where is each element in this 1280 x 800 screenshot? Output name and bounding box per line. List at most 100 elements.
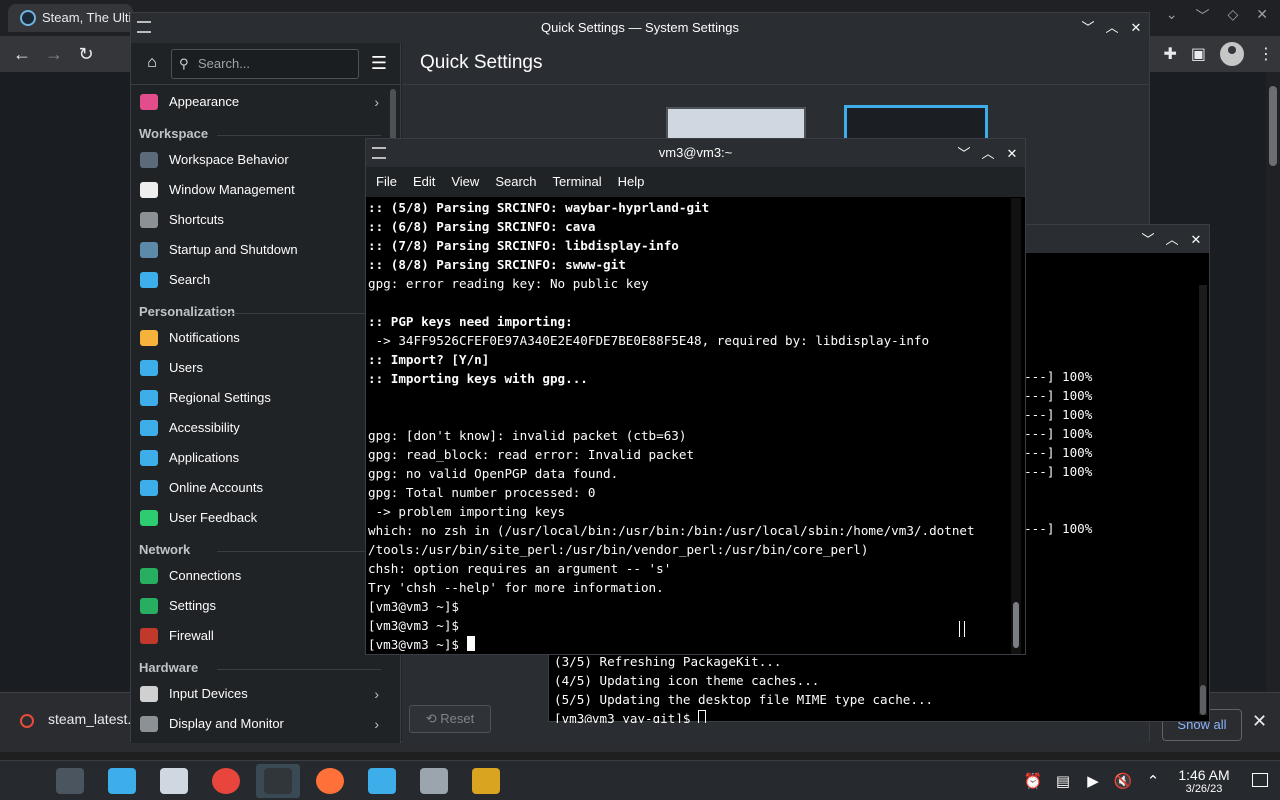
terminal-output[interactable]: :: (5/8) Parsing SRCINFO: waybar-hyprlan…: [368, 198, 1008, 654]
terminal-line: gpg: [don't know]: invalid packet (ctb=6…: [368, 426, 1008, 445]
terminal-line: :: (7/8) Parsing SRCINFO: libdisplay-inf…: [368, 236, 1008, 255]
firefox-task[interactable]: [308, 764, 352, 798]
mouse-icon: [140, 686, 158, 702]
back-icon[interactable]: ←: [6, 36, 38, 72]
menu-file[interactable]: File: [368, 167, 405, 197]
browser-scrollbar[interactable]: [1266, 72, 1280, 692]
sidebar-item-shortcuts[interactable]: Shortcuts: [131, 205, 389, 235]
sidebar-item-startup-and-shutdown[interactable]: Startup and Shutdown›: [131, 235, 389, 265]
restore-icon[interactable]: ◇: [1227, 6, 1238, 26]
sidebar-item-applications[interactable]: Applications›: [131, 443, 389, 473]
minimize-icon[interactable]: ﹀: [1141, 226, 1155, 254]
close-icon[interactable]: ✕: [1129, 13, 1143, 43]
sidebar-item-workspace-behavior[interactable]: Workspace Behavior›: [131, 145, 389, 175]
close-icon[interactable]: ✕: [1189, 226, 1203, 254]
sidebar-item-label: Applications: [169, 450, 240, 465]
discover-task[interactable]: [100, 764, 144, 798]
browser-tab[interactable]: Steam, The Ultimate Online Game Platform: [8, 4, 133, 32]
application-launcher-icon: [8, 768, 36, 794]
chrome-task[interactable]: [204, 764, 248, 798]
krita-task[interactable]: [152, 764, 196, 798]
minimize-icon[interactable]: ﹀: [1195, 6, 1209, 26]
terminal-line: :: Import? [Y/n]: [368, 350, 1008, 369]
reload-icon[interactable]: ↻: [70, 36, 102, 72]
discover-icon: [108, 768, 136, 794]
show-desktop-button[interactable]: [1240, 772, 1280, 790]
terminal-line: :: PGP keys need importing:: [368, 312, 1008, 331]
sidebar-item-notifications[interactable]: Notifications: [131, 323, 389, 353]
volume-muted-icon[interactable]: 🔇: [1108, 772, 1138, 790]
home-icon[interactable]: ⌂: [141, 51, 163, 75]
background-terminal-scrollbar[interactable]: [1199, 285, 1207, 715]
profile-avatar[interactable]: [1220, 42, 1244, 66]
dolphin-task[interactable]: [360, 764, 404, 798]
menu-terminal[interactable]: Terminal: [545, 167, 610, 197]
sidebar-item-users[interactable]: Users: [131, 353, 389, 383]
system-settings-icon: [56, 768, 84, 794]
sidebar-item-connections[interactable]: Connections: [131, 561, 389, 591]
sidebar-item-search[interactable]: Search›: [131, 265, 389, 295]
hamburger-menu-icon[interactable]: ☰: [369, 52, 389, 74]
media-player-icon[interactable]: ▶: [1078, 772, 1108, 790]
minimize-icon[interactable]: ﹀: [957, 140, 971, 168]
clock[interactable]: 1:46 AM 3/26/23: [1168, 767, 1240, 796]
menu-help[interactable]: Help: [610, 167, 653, 197]
terminal-line-text: Try 'chsh --help' for more information.: [368, 580, 664, 595]
terminal-line: chsh: option requires an argument -- 's': [368, 559, 1008, 578]
minimize-icon[interactable]: ﹀: [1081, 13, 1095, 43]
sidebar-item-window-management[interactable]: Window Management›: [131, 175, 389, 205]
maximize-icon[interactable]: ︿: [1165, 226, 1179, 254]
terminal-line-text: :: Importing keys with gpg...: [368, 371, 588, 386]
sidebar-item-label: Appearance: [169, 94, 240, 109]
search-icon: ⚲: [179, 56, 189, 71]
sidebar-item-regional-settings[interactable]: Regional Settings›: [131, 383, 389, 413]
search-placeholder: Search...: [198, 56, 251, 71]
alarm-icon[interactable]: ⏰: [1018, 772, 1048, 790]
scanner-task[interactable]: [412, 764, 456, 798]
forward-icon[interactable]: →: [38, 36, 70, 72]
terminal-titlebar[interactable]: vm3@vm3:~ ﹀ ︿ ✕: [366, 139, 1025, 167]
menu-search[interactable]: Search: [487, 167, 544, 197]
close-download-bar-icon[interactable]: ✕: [1252, 711, 1267, 732]
sidebar-item-input-devices[interactable]: Input Devices ›: [131, 679, 389, 709]
system-settings-task[interactable]: [48, 764, 92, 798]
appearance-icon: [140, 94, 158, 110]
sidebar-heading: Network: [131, 533, 389, 561]
settings-titlebar[interactable]: Quick Settings — System Settings ﹀ ︿ ✕: [131, 13, 1149, 43]
menu-view[interactable]: View: [443, 167, 487, 197]
application-launcher[interactable]: [0, 764, 44, 798]
sidebar-item-user-feedback[interactable]: User Feedback: [131, 503, 389, 533]
sidebar-item-appearance[interactable]: Appearance ›: [131, 87, 389, 117]
window-menu-icon[interactable]: [372, 147, 386, 159]
startup-icon: [140, 242, 158, 258]
sidebar-item-label: Startup and Shutdown: [169, 242, 298, 257]
extensions-icon[interactable]: ✚: [1163, 44, 1176, 64]
maximize-icon[interactable]: ︿: [981, 140, 995, 168]
terminal-line: -> problem importing keys: [368, 502, 1008, 521]
sidebar-item-firewall[interactable]: Firewall: [131, 621, 389, 651]
expand-tray-icon[interactable]: ⌃: [1138, 772, 1168, 790]
sidebar-item-accessibility[interactable]: Accessibility: [131, 413, 389, 443]
search-input[interactable]: ⚲ Search...: [171, 49, 359, 79]
sidebar-item-online-accounts[interactable]: Online Accounts: [131, 473, 389, 503]
side-panel-icon[interactable]: ▣: [1191, 44, 1206, 64]
konsole-task[interactable]: [256, 764, 300, 798]
krita-icon: [160, 768, 188, 794]
terminal-scrollbar[interactable]: [1011, 198, 1021, 654]
close-icon[interactable]: ✕: [1005, 140, 1019, 168]
settings-window-title: Quick Settings — System Settings: [541, 20, 739, 35]
sidebar-heading: Workspace: [131, 117, 389, 145]
steam-icon: [20, 10, 36, 26]
close-icon[interactable]: ✕: [1256, 6, 1268, 26]
tab-search-icon[interactable]: ⌄: [1166, 6, 1178, 26]
window-menu-icon[interactable]: [137, 21, 151, 33]
more-menu-icon[interactable]: ⋮: [1258, 44, 1274, 64]
menu-edit[interactable]: Edit: [405, 167, 443, 197]
sidebar-item-settings[interactable]: Settings›: [131, 591, 389, 621]
reset-button[interactable]: ⟲ Reset: [409, 705, 491, 733]
maximize-icon[interactable]: ︿: [1105, 13, 1119, 43]
terminal-title: vm3@vm3:~: [658, 145, 733, 160]
sidebar-item-display-and-monitor[interactable]: Display and Monitor ›: [131, 709, 389, 739]
clipboard-icon[interactable]: ▤: [1048, 772, 1078, 790]
wps-task[interactable]: [464, 764, 508, 798]
